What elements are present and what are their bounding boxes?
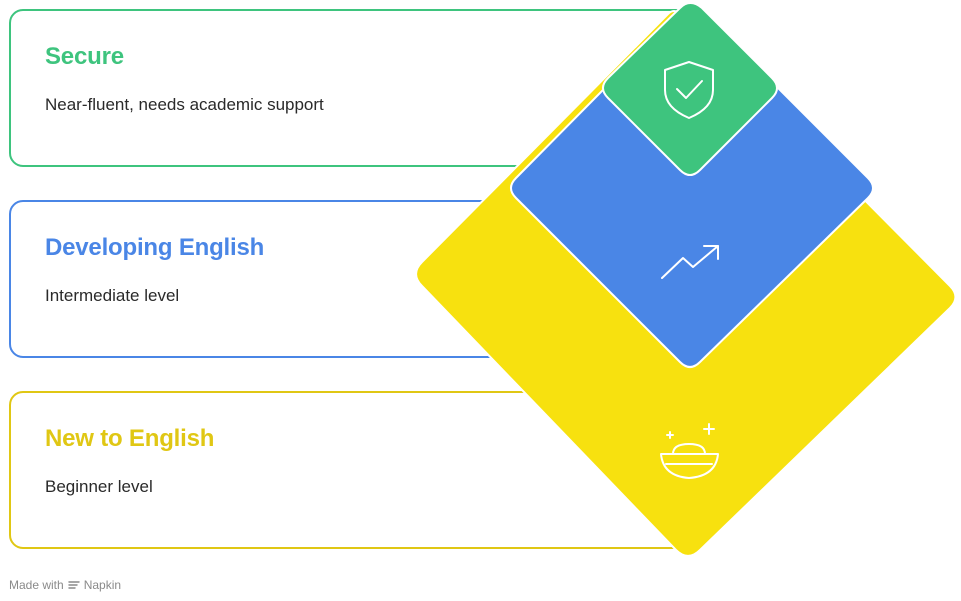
- napkin-brand-text: Napkin: [83, 578, 122, 592]
- made-with-napkin-footer: Made with Napkin: [9, 578, 121, 592]
- napkin-logo-icon: [68, 581, 80, 589]
- made-with-text: Made with: [9, 578, 64, 592]
- diamond-stack-diagram: [415, 2, 957, 557]
